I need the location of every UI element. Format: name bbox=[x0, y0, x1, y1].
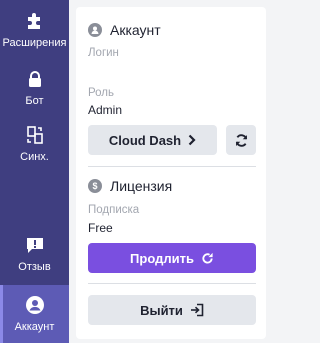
lock-icon bbox=[24, 68, 46, 90]
sidebar-item-account[interactable]: Аккаунт bbox=[0, 285, 69, 343]
renew-button[interactable]: Продлить bbox=[88, 243, 256, 273]
account-section-header: Аккаунт bbox=[88, 22, 161, 38]
sync-files-icon bbox=[24, 124, 46, 146]
sidebar: Расширения Бот Синх. Отзыв Аккаунт bbox=[0, 0, 69, 343]
sidebar-item-feedback[interactable]: Отзыв bbox=[0, 234, 69, 276]
user-icon bbox=[24, 294, 46, 316]
role-label: Роль bbox=[88, 87, 115, 99]
feedback-icon bbox=[24, 234, 46, 256]
puzzle-icon bbox=[24, 10, 46, 32]
divider bbox=[88, 283, 256, 284]
subscription-value: Free bbox=[88, 221, 113, 235]
account-panel: Аккаунт Логин Роль Admin Cloud Dash $ Ли… bbox=[76, 7, 266, 339]
license-title: Лицензия bbox=[110, 178, 173, 194]
logout-icon bbox=[190, 303, 204, 317]
subscription-label: Подписка bbox=[88, 204, 140, 216]
refresh-icon bbox=[234, 133, 249, 148]
sidebar-item-sync[interactable]: Синх. bbox=[0, 124, 69, 166]
license-section-header: $ Лицензия bbox=[88, 178, 172, 194]
user-icon bbox=[88, 23, 102, 37]
dollar-icon: $ bbox=[88, 179, 102, 193]
cloud-dash-label: Cloud Dash bbox=[108, 132, 182, 148]
sidebar-item-bot[interactable]: Бот bbox=[0, 68, 69, 110]
sidebar-item-label: Расширения bbox=[2, 37, 67, 49]
login-label: Логин bbox=[88, 47, 119, 59]
renew-label: Продлить bbox=[130, 250, 194, 266]
refresh-button[interactable] bbox=[226, 125, 256, 155]
chevron-right-icon bbox=[188, 134, 196, 146]
logout-button[interactable]: Выйти bbox=[88, 295, 256, 325]
sidebar-item-extensions[interactable]: Расширения bbox=[0, 10, 69, 52]
sidebar-item-label: Синх. bbox=[20, 151, 49, 163]
sidebar-item-label: Аккаунт bbox=[14, 321, 55, 333]
role-value: Admin bbox=[88, 103, 123, 117]
redo-icon bbox=[201, 252, 214, 265]
sidebar-item-label: Отзыв bbox=[18, 261, 51, 273]
logout-label: Выйти bbox=[140, 302, 183, 318]
divider bbox=[88, 166, 256, 167]
sidebar-item-label: Бот bbox=[25, 95, 44, 107]
account-title: Аккаунт bbox=[110, 22, 161, 38]
cloud-dash-button[interactable]: Cloud Dash bbox=[88, 125, 217, 155]
